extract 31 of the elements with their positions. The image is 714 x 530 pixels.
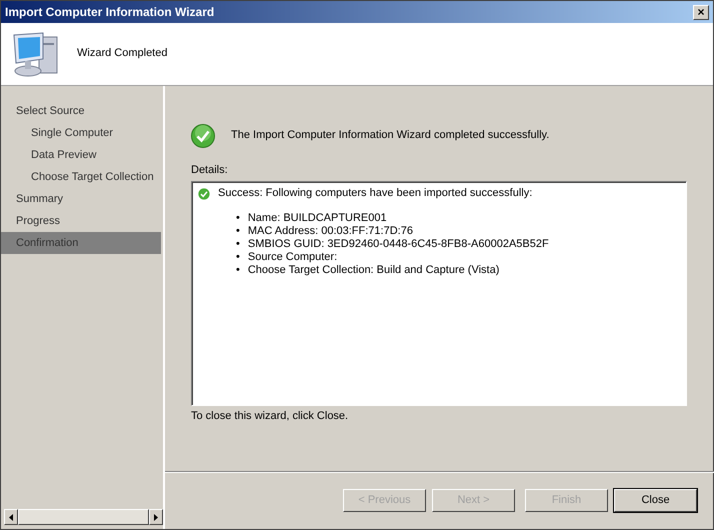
details-item: MAC Address: 00:03:FF:71:7D:76 xyxy=(248,225,413,238)
success-message: The Import Computer Information Wizard completed successfully. xyxy=(231,129,550,143)
close-button[interactable]: × xyxy=(693,4,709,20)
close-hint: To close this wizard, click Close. xyxy=(191,410,350,424)
details-item: Name: BUILDCAPTURE001 xyxy=(248,212,387,226)
scroll-left-button[interactable] xyxy=(4,509,18,525)
details-item: Source Computer: xyxy=(248,251,338,264)
sidebar-item[interactable]: Data Preview xyxy=(1,144,161,166)
header-title: Wizard Completed xyxy=(77,47,168,61)
bullet: • xyxy=(236,238,240,252)
wizard-button[interactable]: Close xyxy=(614,489,697,512)
details-label: Details: xyxy=(191,164,229,178)
bullet: • xyxy=(236,212,240,226)
success-icon xyxy=(198,188,210,200)
sidebar-item[interactable]: Choose Target Collection xyxy=(1,166,161,188)
success-icon xyxy=(191,124,215,148)
details-item: Choose Target Collection: Build and Capture (Vista) xyxy=(248,264,500,278)
window-title: Import Computer Information Wizard xyxy=(5,4,214,20)
scrollbar-thumb[interactable] xyxy=(18,509,149,525)
details-heading: Success: Following computers have been imported successfully: xyxy=(218,187,532,200)
sidebar-item[interactable]: Select Source xyxy=(1,100,161,122)
right-arrow-icon xyxy=(154,514,158,520)
bullet: • xyxy=(236,251,240,264)
details-item: SMBIOS GUID: 3ED92460-0448-6C45-8FB8-A60002A5B52F xyxy=(248,238,549,252)
bullet: • xyxy=(236,225,240,238)
sidebar-item[interactable]: Progress xyxy=(1,210,161,232)
left-arrow-icon xyxy=(9,514,13,520)
bullet: • xyxy=(236,264,240,278)
sidebar-item[interactable]: Single Computer xyxy=(1,122,161,144)
sidebar-item[interactable]: Summary xyxy=(1,188,161,210)
scroll-right-button[interactable] xyxy=(149,509,163,525)
